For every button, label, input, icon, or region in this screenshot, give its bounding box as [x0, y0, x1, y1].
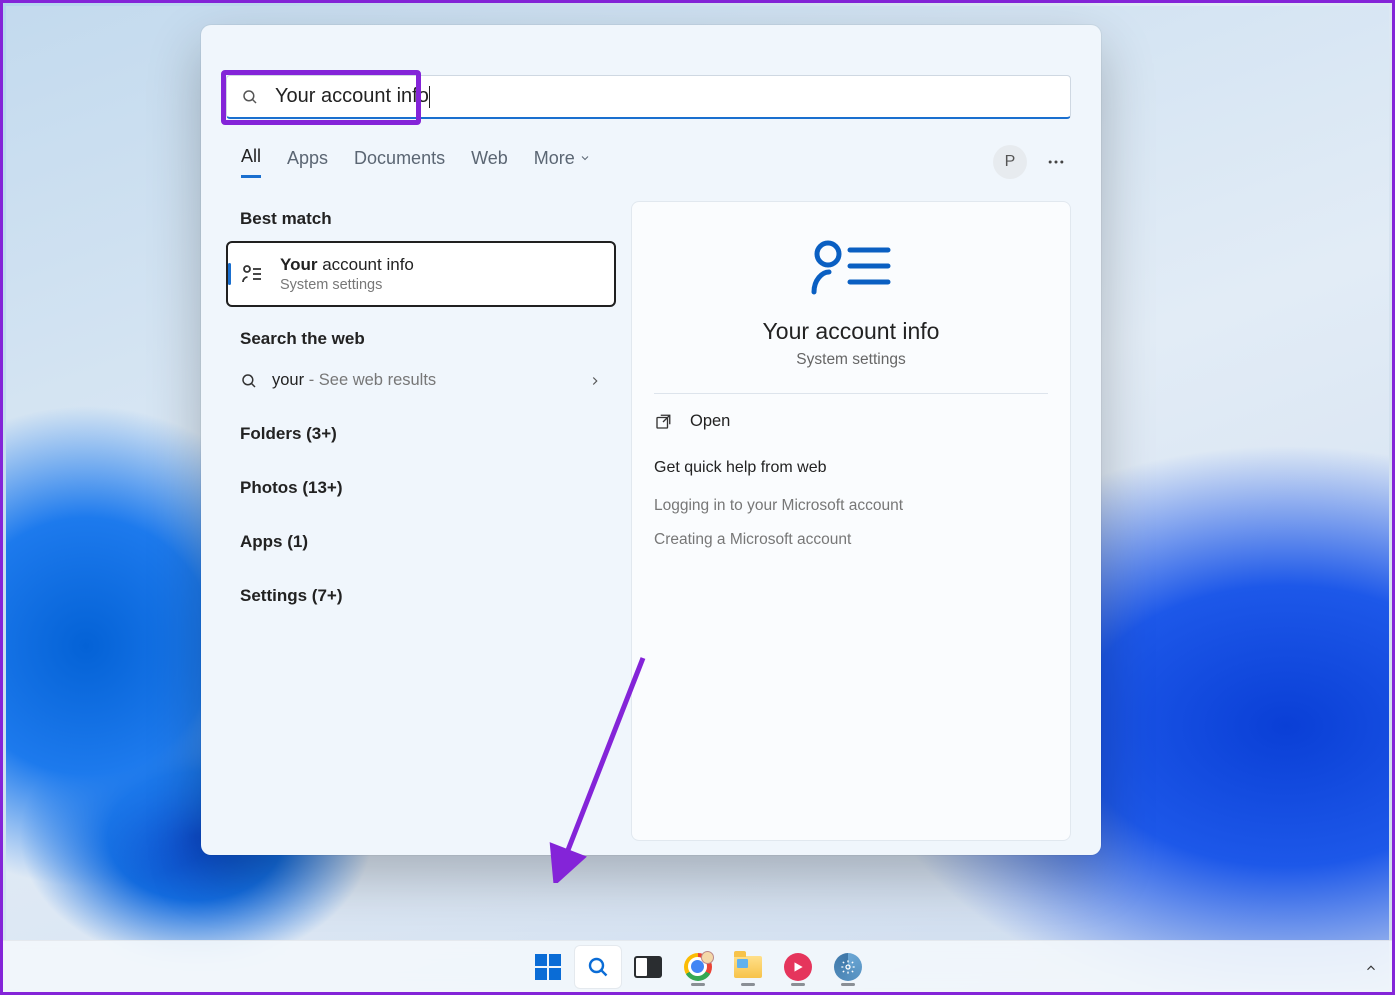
tab-more[interactable]: More	[534, 148, 591, 177]
tab-all[interactable]: All	[241, 146, 261, 178]
chevron-right-icon	[588, 374, 602, 388]
taskbar-search-button[interactable]	[575, 946, 621, 988]
more-options-button[interactable]	[1041, 147, 1071, 177]
web-search-result[interactable]: your - See web results	[226, 361, 616, 400]
result-preview-panel: Your account info System settings Open G…	[631, 201, 1071, 841]
account-info-icon	[238, 260, 266, 288]
help-link-login[interactable]: Logging in to your Microsoft account	[654, 489, 903, 523]
taskbar-start-button[interactable]	[525, 946, 571, 988]
web-search-text: your - See web results	[272, 371, 574, 390]
quick-help-heading: Get quick help from web	[654, 459, 827, 477]
search-icon	[240, 372, 258, 390]
search-filter-tabs: All Apps Documents Web More P	[241, 145, 1071, 179]
chevron-up-icon	[1364, 961, 1378, 975]
taskbar-file-explorer-button[interactable]	[725, 946, 771, 988]
category-apps[interactable]: Apps (1)	[226, 522, 616, 562]
best-match-heading: Best match	[226, 201, 616, 241]
account-info-large-icon	[806, 236, 896, 296]
windows-logo-icon	[535, 954, 561, 980]
preview-subtitle: System settings	[796, 351, 905, 369]
search-icon	[241, 88, 259, 106]
tab-documents[interactable]: Documents	[354, 148, 445, 177]
text-cursor	[429, 86, 430, 108]
ellipsis-icon	[1046, 152, 1066, 172]
search-bar[interactable]: Your account info	[226, 75, 1071, 119]
folder-icon	[734, 956, 762, 978]
taskbar-media-app-button[interactable]	[775, 946, 821, 988]
best-match-subtitle: System settings	[280, 277, 414, 293]
help-link-create[interactable]: Creating a Microsoft account	[654, 523, 851, 557]
preview-title: Your account info	[763, 318, 940, 345]
results-left-column: Best match Your account info System sett…	[226, 201, 616, 616]
taskbar-tray-chevron[interactable]	[1364, 961, 1378, 980]
tab-apps[interactable]: Apps	[287, 148, 328, 177]
taskbar-task-view-button[interactable]	[625, 946, 671, 988]
category-folders[interactable]: Folders (3+)	[226, 414, 616, 454]
taskbar-chrome-button[interactable]	[675, 946, 721, 988]
best-match-title: Your account info	[280, 255, 414, 275]
best-match-result[interactable]: Your account info System settings	[226, 241, 616, 307]
media-app-icon	[784, 953, 812, 981]
open-action[interactable]: Open	[654, 404, 730, 439]
task-view-icon	[634, 956, 662, 978]
chevron-down-icon	[579, 152, 591, 164]
search-window: Your account info All Apps Documents Web…	[201, 25, 1101, 855]
chrome-icon	[684, 953, 712, 981]
tab-web[interactable]: Web	[471, 148, 508, 177]
category-settings[interactable]: Settings (7+)	[226, 576, 616, 616]
taskbar	[3, 940, 1392, 992]
category-photos[interactable]: Photos (13+)	[226, 468, 616, 508]
gear-icon	[834, 953, 862, 981]
search-input-text[interactable]: Your account info	[275, 85, 429, 108]
user-avatar[interactable]: P	[993, 145, 1027, 179]
open-icon	[654, 413, 672, 431]
search-icon	[586, 955, 610, 979]
divider	[654, 393, 1048, 394]
search-web-heading: Search the web	[226, 321, 616, 361]
taskbar-settings-button[interactable]	[825, 946, 871, 988]
